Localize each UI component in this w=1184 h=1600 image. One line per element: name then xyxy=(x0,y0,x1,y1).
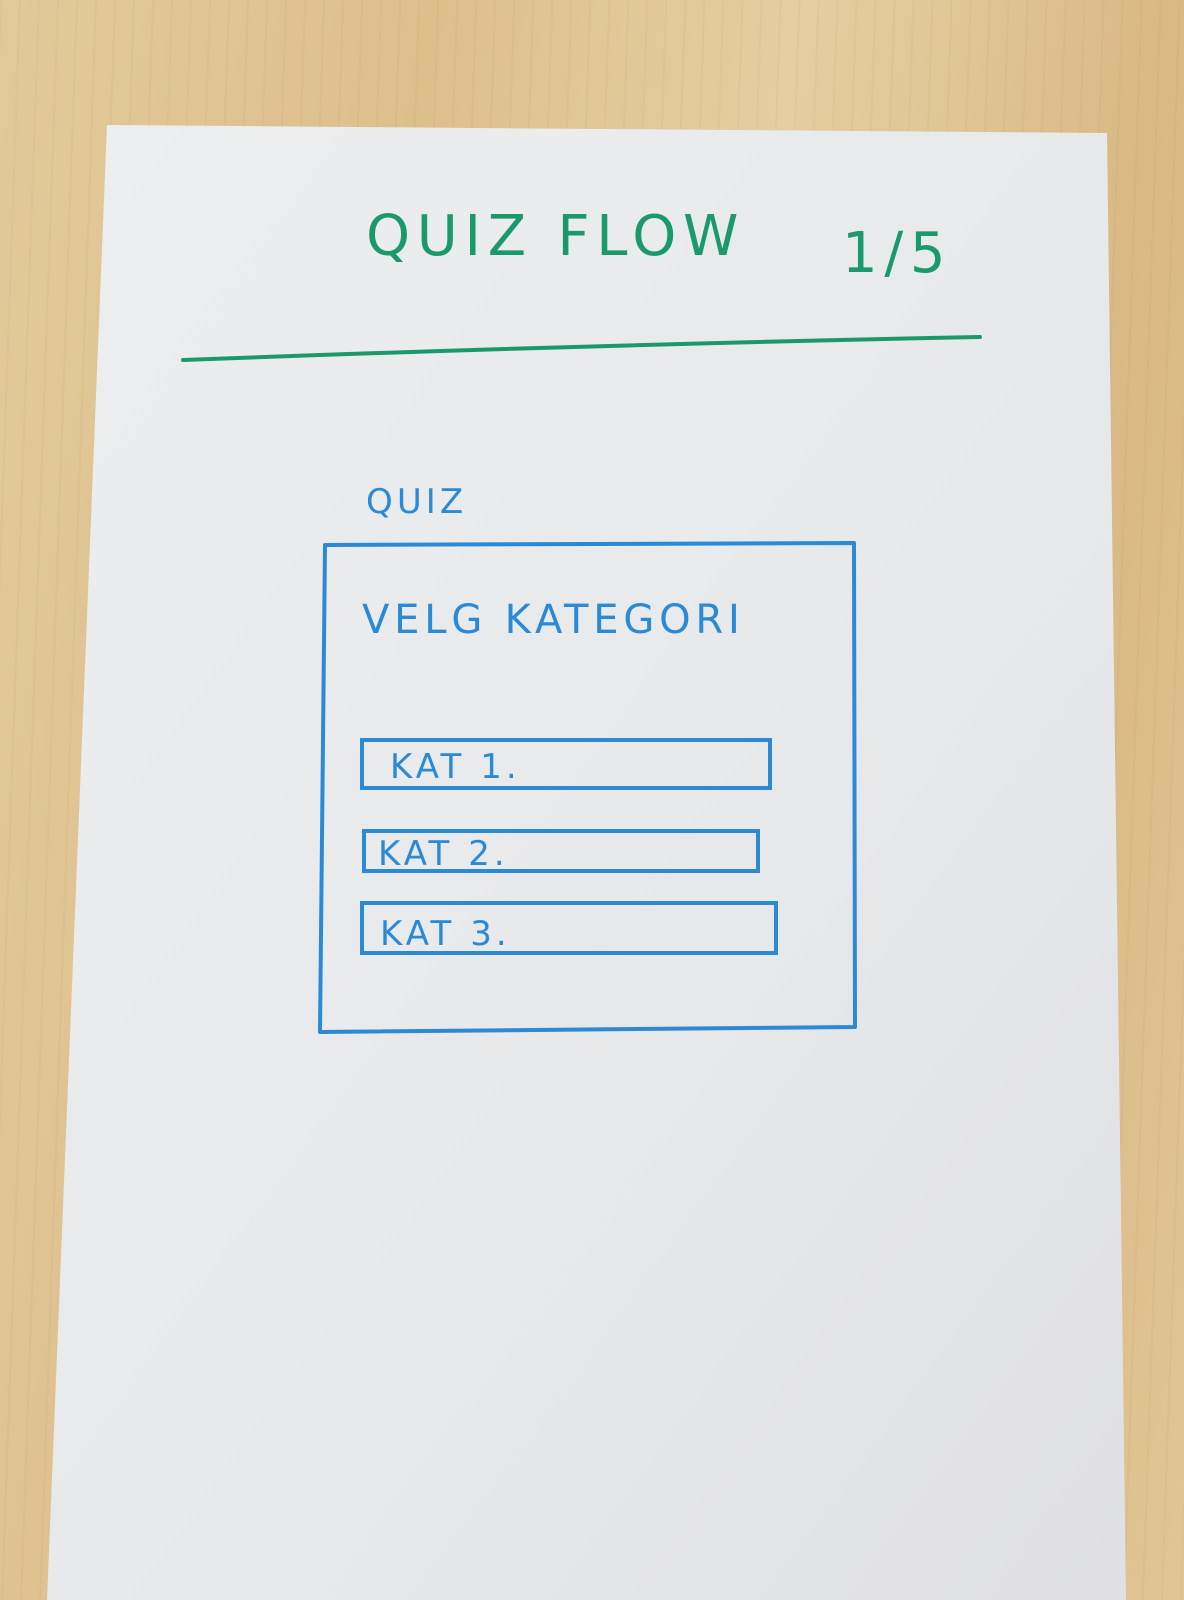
sheet-title: QUIZ FLOW xyxy=(366,204,745,269)
category-label-3: KAT 3. xyxy=(380,914,511,954)
category-label-1: KAT 1. xyxy=(390,747,521,787)
screen-heading: VELG KATEGORI xyxy=(362,597,745,643)
page-indicator: 1/5 xyxy=(842,221,952,286)
category-label-2: KAT 2. xyxy=(378,834,509,874)
paper-sheet: QUIZ FLOW 1/5 QUIZ VELG KATEGORI KAT 1. … xyxy=(47,125,1126,1600)
app-label: QUIZ xyxy=(366,482,467,522)
